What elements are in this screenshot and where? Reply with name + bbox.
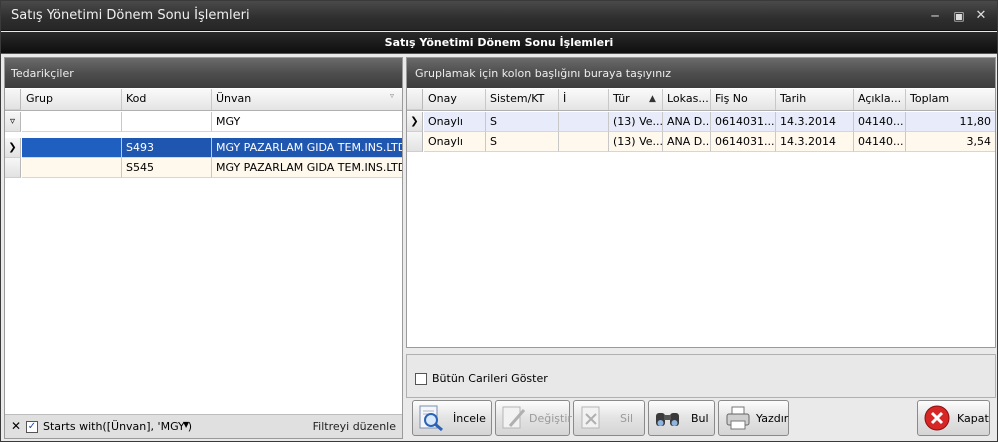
sort-ascending-icon: ▲ — [649, 94, 656, 104]
cell-lokasyon[interactable]: ANA D... — [663, 112, 711, 132]
filter-expression[interactable]: Starts with([Ünvan], 'MGY') — [43, 420, 192, 433]
column-header-fis-no[interactable]: Fiş No — [711, 89, 776, 110]
auto-filter-row: ▿ MGY — [5, 112, 402, 132]
cell-tarih[interactable]: 14.3.2014 — [776, 112, 854, 132]
cell-unvan[interactable]: MGY PAZARLAM GIDA TEM.INS.LTD.... — [212, 138, 402, 158]
cell-onay[interactable]: Onaylı — [424, 112, 486, 132]
main-window: Satış Yönetimi Dönem Sonu İşlemleri ─ ▣ … — [0, 0, 998, 442]
column-header-lokasyon[interactable]: Lokas... — [663, 89, 711, 110]
row-focus-indicator: ❯ — [5, 138, 21, 158]
column-header-tarih[interactable]: Tarih — [776, 89, 854, 110]
edit-label: Değiştir — [529, 412, 572, 425]
cell-i[interactable] — [559, 132, 609, 152]
cell-grup[interactable] — [22, 138, 122, 158]
form-header-title: Satış Yönetimi Dönem Sonu İşlemleri — [384, 36, 614, 49]
filter-dropdown-icon[interactable]: ▼ — [183, 420, 189, 429]
filter-grup-input[interactable] — [22, 112, 122, 132]
header-indicator — [407, 89, 423, 110]
form-header: Satış Yönetimi Dönem Sonu İşlemleri — [1, 32, 997, 54]
delete-button[interactable]: Sil — [573, 400, 645, 436]
print-button[interactable]: Yazdır — [718, 400, 789, 436]
column-header-grup[interactable]: Grup — [22, 89, 122, 110]
cell-aciklama[interactable]: 04140... — [854, 132, 906, 152]
cell-toplam[interactable]: 11,80 — [906, 112, 995, 132]
inspect-label: İncele — [453, 412, 486, 425]
find-button[interactable]: Bul — [648, 400, 715, 436]
find-label: Bul — [691, 412, 709, 425]
cell-tarih[interactable]: 14.3.2014 — [776, 132, 854, 152]
documents-grid-header: Onay Sistem/KT İ Tür ▲ Lokas... Fiş No T… — [407, 89, 995, 111]
column-header-unvan[interactable]: Ünvan — [212, 89, 402, 110]
print-label: Yazdır — [756, 412, 789, 425]
close-label: Kapat — [957, 412, 989, 425]
filter-kod-input[interactable] — [122, 112, 212, 132]
edit-filter-link[interactable]: Filtreyi düzenle — [313, 420, 396, 433]
table-row[interactable]: Onaylı S (13) Ve... ANA D... 0614031... … — [407, 132, 995, 152]
close-circle-icon — [924, 405, 950, 431]
table-row[interactable]: ❯ S493 MGY PAZARLAM GIDA TEM.INS.LTD.... — [5, 138, 402, 158]
column-header-toplam[interactable]: Toplam — [906, 89, 995, 110]
row-indicator — [407, 132, 423, 152]
row-indicator — [5, 158, 21, 178]
cell-tur[interactable]: (13) Ve... — [609, 112, 663, 132]
delete-document-icon — [581, 406, 600, 429]
table-row[interactable]: S545 MGY PAZARLAM GIDA TEM.INS.LTD.... — [5, 158, 402, 178]
cell-sistem[interactable]: S — [486, 132, 559, 152]
options-band: Bütün Carileri Göster — [406, 354, 996, 398]
magnifier-document-icon — [419, 405, 443, 432]
close-button[interactable]: Kapat — [917, 400, 990, 436]
filter-row-icon: ▿ — [5, 112, 21, 132]
cell-fis-no[interactable]: 0614031... — [711, 112, 776, 132]
clear-filter-icon[interactable]: ✕ — [11, 419, 21, 433]
cell-unvan[interactable]: MGY PAZARLAM GIDA TEM.INS.LTD.... — [212, 158, 402, 178]
cell-i[interactable] — [559, 112, 609, 132]
cell-tur[interactable]: (13) Ve... — [609, 132, 663, 152]
column-header-sistem[interactable]: Sistem/KT — [486, 89, 559, 110]
suppliers-title-label: Tedarikçiler — [11, 67, 74, 80]
window-title: Satış Yönetimi Dönem Sonu İşlemleri — [11, 8, 250, 23]
cell-toplam[interactable]: 3,54 — [906, 132, 995, 152]
documents-panel: Gruplamak için kolon başlığını buraya ta… — [406, 57, 996, 348]
group-hint: Gruplamak için kolon başlığını buraya ta… — [415, 67, 672, 80]
minimize-icon[interactable]: ─ — [927, 9, 943, 23]
show-all-accounts-checkbox[interactable] — [415, 373, 427, 385]
cell-fis-no[interactable]: 0614031... — [711, 132, 776, 152]
delete-label: Sil — [620, 412, 634, 425]
cell-kod[interactable]: S493 — [122, 138, 212, 158]
column-header-i[interactable]: İ — [559, 89, 609, 110]
column-header-onay[interactable]: Onay — [424, 89, 486, 110]
suppliers-grid-header: Grup Kod Ünvan ▿ — [5, 89, 402, 111]
suppliers-panel-title: Tedarikçiler — [5, 58, 402, 88]
cell-kod[interactable]: S545 — [122, 158, 212, 178]
cell-lokasyon[interactable]: ANA D... — [663, 132, 711, 152]
column-header-aciklama[interactable]: Açıkla... — [854, 89, 906, 110]
cell-onay[interactable]: Onaylı — [424, 132, 486, 152]
filter-panel: ✕ ✓ Starts with([Ünvan], 'MGY') ▼ Filtre… — [5, 414, 402, 438]
row-focus-indicator: ❯ — [407, 112, 423, 132]
binoculars-icon — [656, 413, 679, 426]
header-indicator — [5, 89, 21, 110]
group-panel[interactable]: Gruplamak için kolon başlığını buraya ta… — [407, 58, 995, 88]
filter-funnel-icon[interactable]: ▿ — [390, 91, 394, 100]
column-header-kod[interactable]: Kod — [122, 89, 212, 110]
edit-button[interactable]: Değiştir — [495, 400, 572, 436]
filter-unvan-input[interactable]: MGY — [212, 112, 402, 132]
inspect-button[interactable]: İncele — [412, 400, 492, 436]
suppliers-panel: Tedarikçiler Grup Kod Ünvan ▿ ▿ MGY ❯ S4… — [4, 57, 403, 439]
title-bar: Satış Yönetimi Dönem Sonu İşlemleri ─ ▣ … — [1, 1, 997, 31]
cell-grup[interactable] — [22, 158, 122, 178]
cell-sistem[interactable]: S — [486, 112, 559, 132]
table-row[interactable]: ❯ Onaylı S (13) Ve... ANA D... 0614031..… — [407, 112, 995, 132]
cell-aciklama[interactable]: 04140... — [854, 112, 906, 132]
maximize-icon[interactable]: ▣ — [951, 9, 967, 23]
close-icon[interactable]: ✕ — [973, 9, 989, 23]
filter-enable-checkbox[interactable]: ✓ — [26, 421, 38, 433]
pencil-document-icon — [502, 406, 526, 429]
printer-icon — [726, 406, 750, 430]
show-all-accounts-label[interactable]: Bütün Carileri Göster — [432, 372, 548, 385]
